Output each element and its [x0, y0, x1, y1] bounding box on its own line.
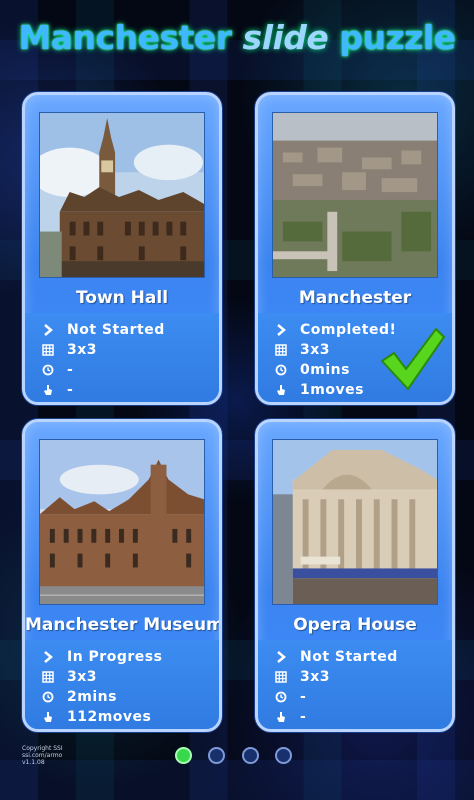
hand-icon: [41, 383, 55, 397]
opera-house-photo: [272, 439, 438, 605]
moves-row: -: [274, 707, 306, 727]
grid-size-text: 3x3: [67, 342, 98, 358]
grid-row: 3x3: [41, 667, 97, 687]
grid-size-text: 3x3: [67, 669, 98, 685]
grid-icon: [274, 343, 288, 357]
time-text: -: [67, 362, 74, 378]
chevron-right-icon: [274, 323, 288, 337]
hand-icon: [274, 710, 288, 724]
moves-text: -: [300, 709, 307, 725]
status-text: In Progress: [67, 649, 163, 665]
hand-icon: [41, 710, 55, 724]
app-title: Manchester slide puzzle: [0, 18, 474, 68]
chevron-right-icon: [41, 323, 55, 337]
status-row: In Progress: [41, 647, 162, 667]
page-dot-4[interactable]: [275, 747, 292, 764]
moves-row: -: [41, 380, 73, 400]
puzzle-name: Manchester Museum: [25, 615, 222, 635]
chevron-right-icon: [41, 650, 55, 664]
title-part-3: puzzle: [339, 18, 456, 57]
moves-text: 1moves: [300, 382, 364, 398]
status-text: Not Started: [67, 322, 165, 338]
time-row: -: [274, 687, 306, 707]
clock-icon: [41, 363, 55, 377]
grid-size-text: 3x3: [300, 342, 331, 358]
moves-row: 112moves: [41, 707, 151, 727]
time-row: 0mins: [274, 360, 350, 380]
town-hall-photo: [39, 112, 205, 278]
status-row: Not Started: [41, 320, 165, 340]
time-text: -: [300, 689, 307, 705]
puzzle-card-manchester-museum[interactable]: Manchester Museum In Progress 3x3 2mins …: [22, 419, 222, 732]
clock-icon: [41, 690, 55, 704]
page-dot-1[interactable]: [175, 747, 192, 764]
time-text: 0mins: [300, 362, 350, 378]
moves-row: 1moves: [274, 380, 364, 400]
puzzle-name: Opera House: [293, 615, 417, 635]
page-indicator: [0, 747, 474, 767]
grid-icon: [274, 670, 288, 684]
title-part-1: Manchester: [18, 18, 232, 57]
status-row: Not Started: [274, 647, 398, 667]
grid-row: 3x3: [274, 667, 330, 687]
page-dot-2[interactable]: [208, 747, 225, 764]
puzzle-name: Manchester: [298, 288, 412, 308]
clock-icon: [274, 690, 288, 704]
clock-icon: [274, 363, 288, 377]
grid-icon: [41, 343, 55, 357]
grid-icon: [41, 670, 55, 684]
moves-text: -: [67, 382, 74, 398]
puzzle-card-opera-house[interactable]: Opera House Not Started 3x3 - -: [255, 419, 455, 732]
status-text: Not Started: [300, 649, 398, 665]
time-row: 2mins: [41, 687, 117, 707]
title-part-2: slide: [242, 18, 329, 57]
chevron-right-icon: [274, 650, 288, 664]
grid-size-text: 3x3: [300, 669, 331, 685]
moves-text: 112moves: [67, 709, 152, 725]
checkmark-icon: [381, 328, 445, 390]
manchester-museum-photo: [39, 439, 205, 605]
grid-row: 3x3: [274, 340, 330, 360]
hand-icon: [274, 383, 288, 397]
grid-row: 3x3: [41, 340, 97, 360]
manchester-photo: [272, 112, 438, 278]
page-dot-3[interactable]: [242, 747, 259, 764]
puzzle-name: Town Hall: [75, 288, 169, 308]
time-text: 2mins: [67, 689, 117, 705]
puzzle-card-town-hall[interactable]: Town Hall Not Started 3x3 - -: [22, 92, 222, 405]
puzzle-card-manchester[interactable]: Manchester Completed! 3x3 0mins 1moves: [255, 92, 455, 405]
time-row: -: [41, 360, 73, 380]
